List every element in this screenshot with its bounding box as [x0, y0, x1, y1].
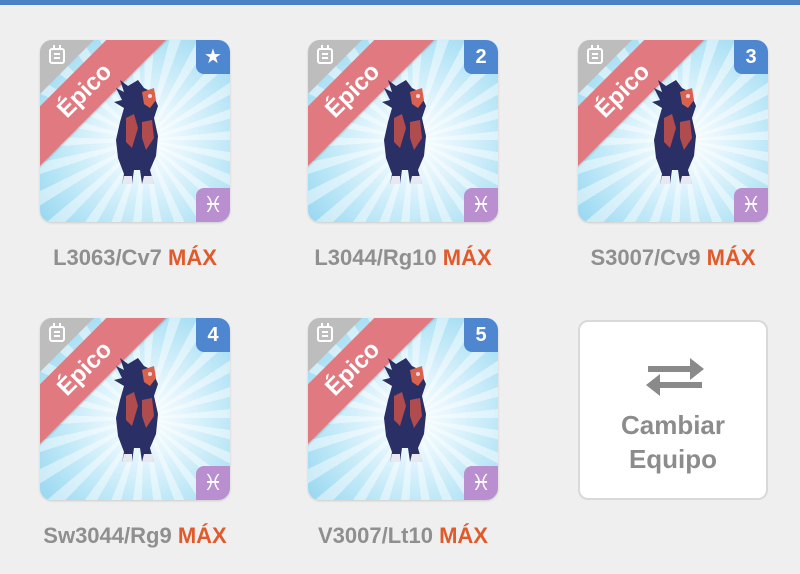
max-level-label: MÁX — [168, 245, 217, 270]
max-level-label: MÁX — [442, 245, 492, 270]
change-team-button[interactable]: Cambiar Equipo — [578, 320, 768, 500]
swap-arrows-icon — [646, 358, 704, 396]
change-team-line2: Equipo — [628, 444, 718, 474]
creature-card[interactable]: Épico 2 ♓ — [308, 40, 498, 222]
pisces-icon: ♓ — [196, 188, 230, 222]
max-level-label: MÁX — [439, 523, 488, 548]
max-level-label: MÁX — [177, 523, 227, 548]
slot-number-badge: 2 — [464, 40, 498, 74]
creature-name: S3007/Cv9 — [590, 245, 701, 270]
pisces-icon: ♓ — [196, 466, 230, 500]
max-level-label: MÁX — [706, 245, 756, 270]
creature-card[interactable]: Épico 3 ♓ — [578, 40, 768, 222]
calendar-icon — [317, 45, 333, 64]
calendar-icon — [317, 323, 333, 342]
creature-card[interactable]: Épico 5 ♓ — [308, 318, 498, 500]
change-team-label: Cambiar Equipo — [580, 408, 766, 476]
creature-name-label: L3063/Cv7 MÁX — [20, 245, 250, 271]
creature-name-label: L3044/Rg10 MÁX — [288, 245, 518, 271]
werewolf-creature-image — [382, 80, 426, 184]
creature-name-label: Sw3044/Rg9 MÁX — [20, 523, 250, 549]
werewolf-creature-image — [382, 358, 426, 462]
slot-number-badge: 3 — [734, 40, 768, 74]
calendar-icon — [587, 45, 603, 64]
creature-name: L3044/Rg10 — [314, 245, 437, 270]
calendar-icon — [49, 45, 65, 64]
werewolf-creature-image — [114, 80, 158, 184]
slot-number-badge: 5 — [464, 318, 498, 352]
creature-name-label: V3007/Lt10 MÁX — [288, 523, 518, 549]
creature-card[interactable]: Épico ★ ♓ — [40, 40, 230, 222]
creature-name: L3063/Cv7 — [53, 245, 162, 270]
pisces-icon: ♓ — [734, 188, 768, 222]
slot-badge-star: ★ — [196, 40, 230, 74]
pisces-icon: ♓ — [464, 466, 498, 500]
creature-name: Sw3044/Rg9 — [43, 523, 172, 548]
werewolf-creature-image — [114, 358, 158, 462]
pisces-icon: ♓ — [464, 188, 498, 222]
creature-name-label: S3007/Cv9 MÁX — [558, 245, 788, 271]
change-team-line1: Cambiar — [620, 410, 726, 440]
top-bar — [0, 0, 800, 5]
slot-number-badge: 4 — [196, 318, 230, 352]
werewolf-creature-image — [652, 80, 696, 184]
creature-card[interactable]: Épico 4 ♓ — [40, 318, 230, 500]
creature-name: V3007/Lt10 — [318, 523, 433, 548]
calendar-icon — [49, 323, 65, 342]
